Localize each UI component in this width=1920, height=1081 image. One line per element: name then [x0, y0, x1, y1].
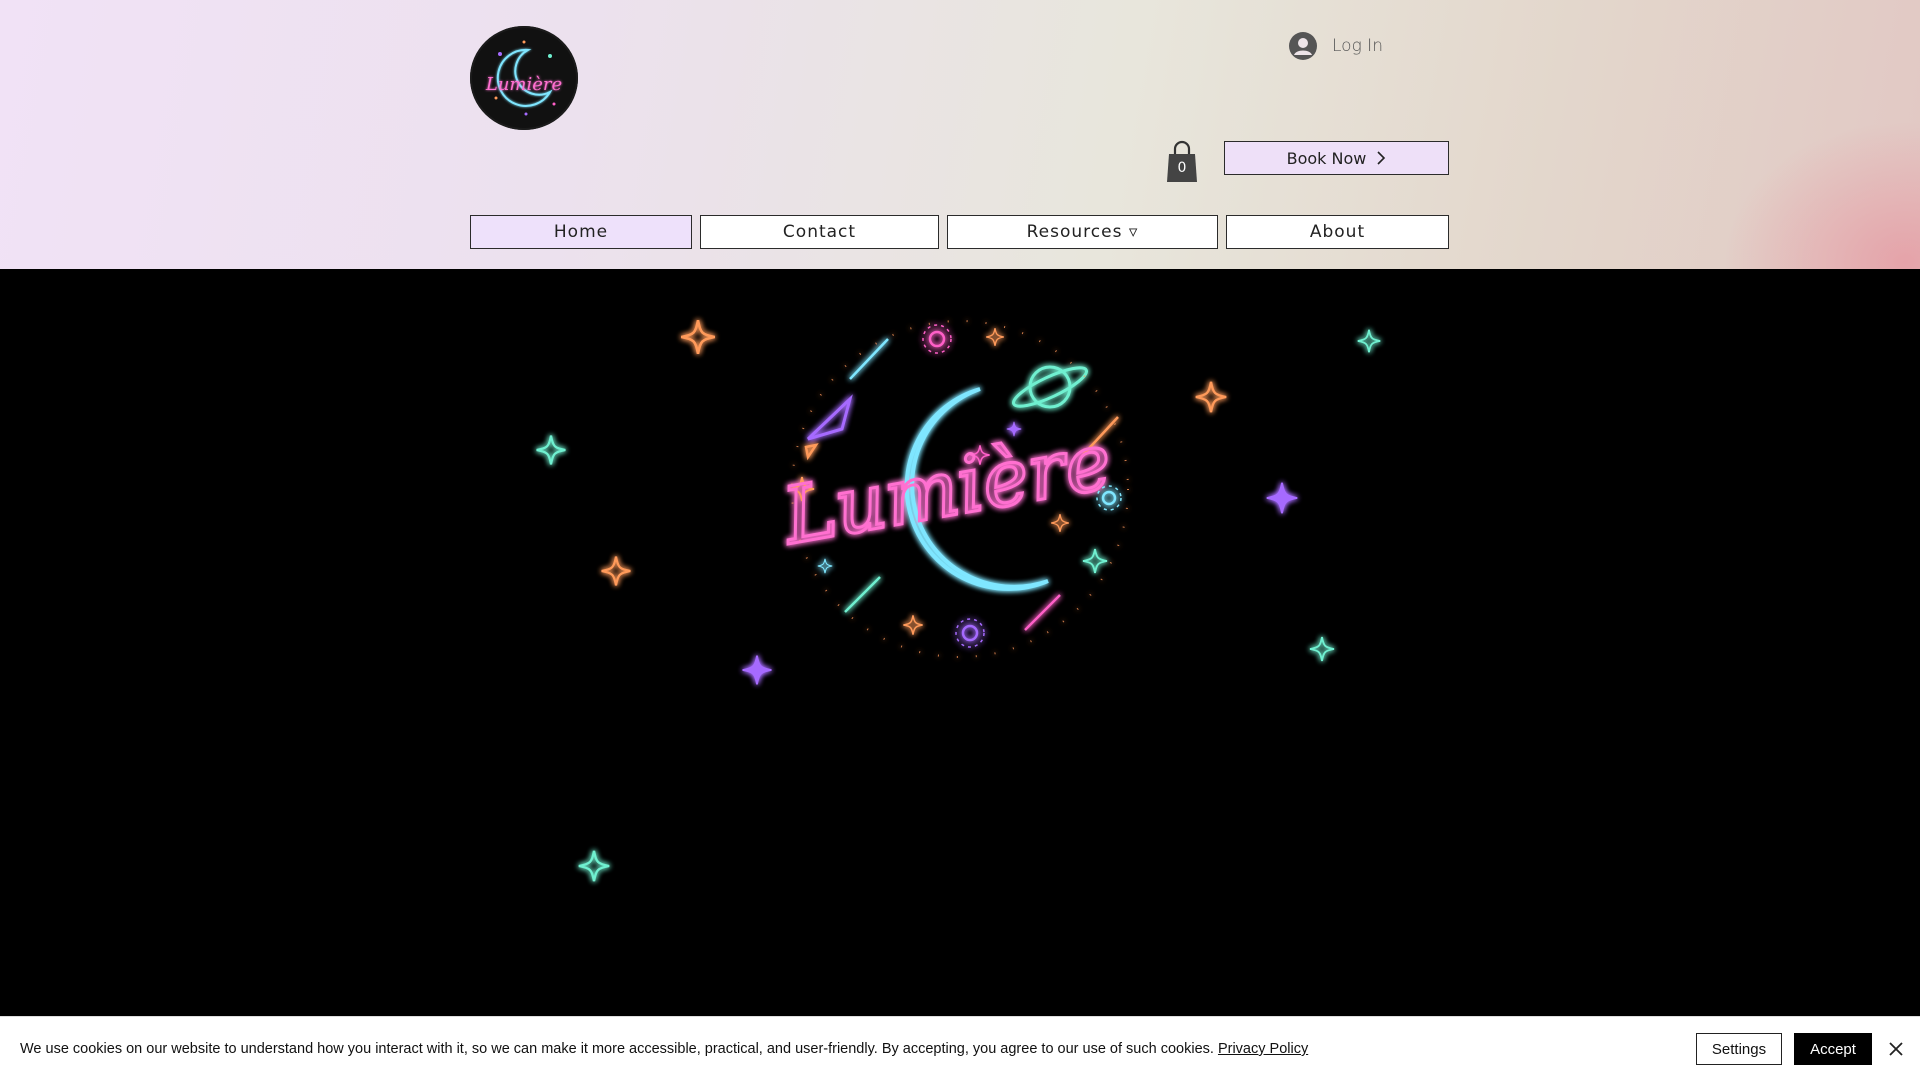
nav-label-about: About [1309, 222, 1366, 242]
nav-label-home: Home [553, 222, 609, 242]
login-label: Log In [1332, 36, 1383, 56]
sparkle-icon [741, 654, 773, 686]
sparkle-icon [1194, 380, 1228, 414]
book-now-label: Book Now [1286, 148, 1367, 168]
nav-label-contact: Contact [782, 222, 857, 242]
sparkle-icon [679, 318, 717, 356]
main-nav: Home Contact Resources ▿ About [0, 215, 1920, 249]
hero-section: Lumière [0, 269, 1920, 1016]
cookie-settings-button[interactable]: Settings [1696, 1033, 1782, 1065]
sparkle-icon [1309, 636, 1335, 662]
sparkle-icon [535, 434, 567, 466]
sun-icon [922, 324, 952, 354]
nav-item-about[interactable]: About [1226, 215, 1449, 249]
sun-icon [955, 618, 985, 648]
site-header: Lumière Log In 0 Book Now Home Contact R… [0, 0, 1920, 269]
user-circle-icon [1289, 32, 1317, 60]
logo-neon-icon: Lumière [485, 40, 562, 116]
nav-item-resources[interactable]: Resources ▿ [947, 215, 1218, 249]
cookie-accept-button[interactable]: Accept [1794, 1033, 1872, 1065]
hero-artwork: Lumière [535, 318, 1382, 883]
chevron-right-icon [1377, 151, 1386, 165]
rocket-icon [804, 394, 853, 461]
hero-neon-logo: Lumière [773, 320, 1129, 658]
hero-wordmark: Lumière [775, 416, 1118, 562]
privacy-policy-link[interactable]: Privacy Policy [1218, 1041, 1308, 1057]
sparkle-icon [1265, 481, 1299, 515]
nav-item-contact[interactable]: Contact [700, 215, 939, 249]
cart-count: 0 [1177, 160, 1187, 176]
nav-item-home[interactable]: Home [470, 215, 692, 249]
planet-icon [1012, 365, 1088, 409]
cookie-banner: We use cookies on our website to underst… [0, 1016, 1920, 1081]
close-icon[interactable] [1886, 1039, 1906, 1059]
sparkle-icon [600, 555, 632, 587]
cookie-settings-label: Settings [1711, 1040, 1767, 1058]
book-now-button[interactable]: Book Now [1224, 141, 1449, 175]
cookie-message-text: We use cookies on our website to underst… [20, 1041, 1214, 1057]
login-button[interactable]: Log In [1288, 28, 1383, 64]
nav-label-resources: Resources ▿ [1026, 222, 1139, 242]
site-logo[interactable]: Lumière [470, 26, 578, 130]
sparkle-icon [577, 849, 611, 883]
cart-button[interactable]: 0 [1165, 140, 1199, 184]
cookie-message: We use cookies on our website to underst… [20, 1041, 1308, 1057]
logo-wordmark: Lumière [485, 74, 562, 95]
sparkle-icon [1356, 328, 1382, 354]
cookie-accept-label: Accept [1810, 1040, 1856, 1058]
